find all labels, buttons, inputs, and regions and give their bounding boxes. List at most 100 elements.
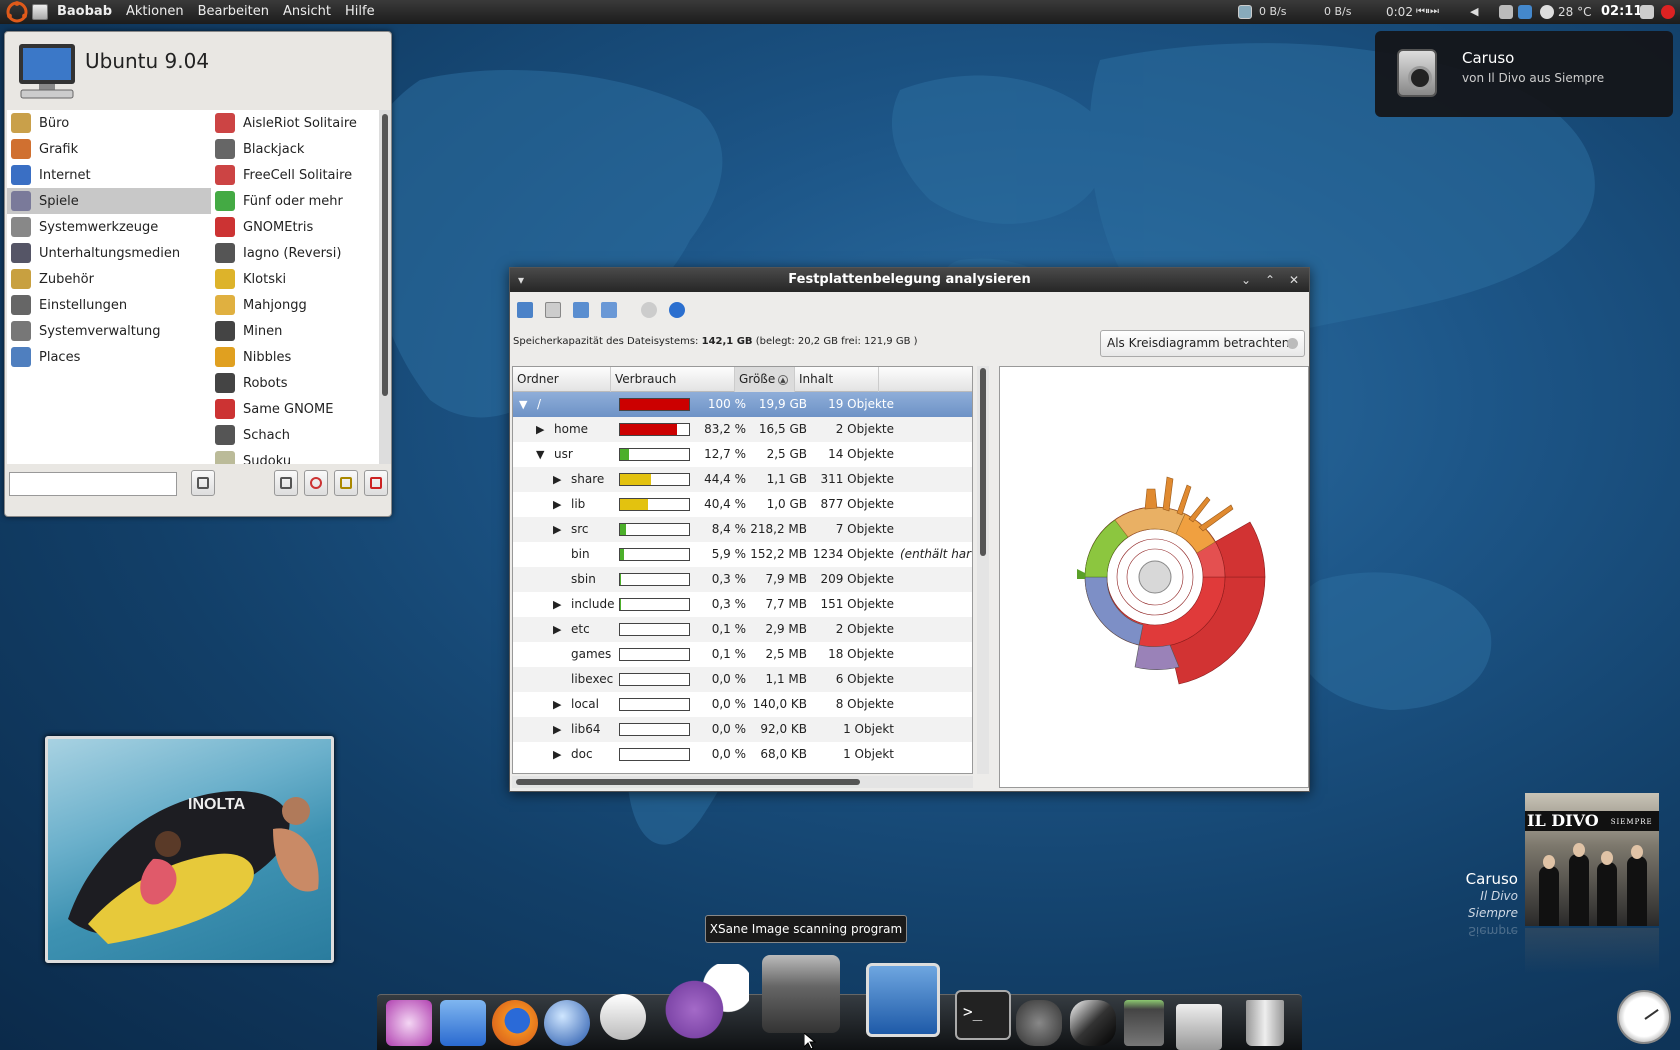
category-7[interactable]: Einstellungen: [7, 292, 211, 318]
ring-chart-segment-orange[interactable]: [1114, 507, 1186, 538]
refresh-icon[interactable]: [669, 302, 685, 318]
remote-scan-icon[interactable]: [601, 302, 617, 318]
system-settings-icon[interactable]: [386, 1000, 432, 1046]
app-item-9[interactable]: Nibbles: [211, 344, 379, 370]
clock-text[interactable]: 02:11: [1601, 0, 1642, 24]
album-cover[interactable]: IL DIVO SIEMPRE: [1525, 793, 1659, 926]
ubuntu-logo-icon[interactable]: [6, 1, 28, 23]
disk-usage-icon[interactable]: [1176, 1004, 1222, 1050]
table-row[interactable]: ▶ home 83,2 % 16,5 GB 2 Objekte: [513, 417, 972, 442]
mail-clock-icon[interactable]: [600, 994, 646, 1040]
expander-icon[interactable]: ▶: [553, 617, 561, 642]
volume-icon[interactable]: ◀: [1470, 0, 1478, 24]
desktop-button[interactable]: [274, 470, 298, 496]
expander-icon[interactable]: ▶: [553, 467, 561, 492]
app-list-scrollbar[interactable]: [379, 110, 391, 464]
app-item-1[interactable]: Blackjack: [211, 136, 379, 162]
expander-icon[interactable]: ▶: [553, 492, 561, 517]
firefox-icon[interactable]: [492, 1000, 538, 1046]
menu-aktionen[interactable]: Aktionen: [119, 0, 191, 24]
expander-icon[interactable]: ▶: [553, 517, 561, 542]
table-row[interactable]: ▶ share 44,4 % 1,1 GB 311 Objekte: [513, 467, 972, 492]
app-item-2[interactable]: FreeCell Solitaire: [211, 162, 379, 188]
column-inhalt[interactable]: Inhalt: [795, 367, 879, 392]
expander-icon[interactable]: ▶: [553, 717, 561, 742]
table-row[interactable]: ▶ lib 40,4 % 1,0 GB 877 Objekte: [513, 492, 972, 517]
table-row[interactable]: ▼ usr 12,7 % 2,5 GB 14 Objekte: [513, 442, 972, 467]
app-item-13[interactable]: Sudoku: [211, 448, 379, 464]
inkscape-icon[interactable]: [1070, 1000, 1116, 1046]
menu-search-input[interactable]: [9, 472, 177, 496]
menu-ansicht[interactable]: Ansicht: [276, 0, 338, 24]
category-9[interactable]: Places: [7, 344, 211, 370]
column-verbrauch[interactable]: Verbrauch: [611, 367, 735, 392]
expander-icon[interactable]: ▶: [536, 417, 544, 442]
table-row[interactable]: bin 5,9 % 152,2 MB 1234 Objekte (enthält har…: [513, 542, 972, 567]
expander-icon[interactable]: ▼: [519, 392, 527, 417]
table-row[interactable]: games 0,1 % 2,5 MB 18 Objekte: [513, 642, 972, 667]
app-item-8[interactable]: Minen: [211, 318, 379, 344]
analog-clock-icon[interactable]: [1617, 990, 1671, 1044]
table-row[interactable]: ▶ local 0,0 % 140,0 KB 8 Objekte: [513, 692, 972, 717]
ring-chart-panel[interactable]: [999, 366, 1309, 788]
terminal-icon[interactable]: >_: [955, 990, 1011, 1040]
table-row[interactable]: sbin 0,3 % 7,9 MB 209 Objekte: [513, 567, 972, 592]
app-item-5[interactable]: Iagno (Reversi): [211, 240, 379, 266]
calculator-icon[interactable]: [1124, 1000, 1164, 1046]
file-manager-icon[interactable]: [440, 1000, 486, 1046]
window-minimize-icon[interactable]: ⌄: [1241, 268, 1251, 292]
ring-chart-center[interactable]: [1138, 560, 1172, 594]
view-mode-select[interactable]: Als Kreisdiagramm betrachten: [1100, 330, 1305, 357]
category-3[interactable]: Spiele: [7, 188, 211, 214]
app-item-3[interactable]: Fünf oder mehr: [211, 188, 379, 214]
notes-button[interactable]: [334, 470, 358, 496]
tree-horizontal-scrollbar[interactable]: [512, 776, 973, 788]
table-row[interactable]: ▶ lib64 0,0 % 92,0 KB 1 Objekt: [513, 717, 972, 742]
home-scan-icon[interactable]: [517, 302, 533, 318]
window-maximize-icon[interactable]: ⌃: [1265, 268, 1275, 292]
logout-button[interactable]: [364, 470, 388, 496]
tree-vertical-scrollbar[interactable]: [977, 366, 989, 774]
app-item-6[interactable]: Klotski: [211, 266, 379, 292]
app-item-4[interactable]: GNOMEtris: [211, 214, 379, 240]
table-row[interactable]: ▼ / 100 % 19,9 GB 19 Objekte: [513, 392, 972, 417]
folder-scan-icon[interactable]: [573, 302, 589, 318]
app-item-10[interactable]: Robots: [211, 370, 379, 396]
app-item-0[interactable]: AisleRiot Solitaire: [211, 110, 379, 136]
app-menu[interactable]: Baobab: [50, 0, 119, 24]
trash-icon[interactable]: [1246, 1000, 1284, 1046]
expander-icon[interactable]: ▶: [553, 592, 561, 617]
table-row[interactable]: ▶ src 8,4 % 218,2 MB 7 Objekte: [513, 517, 972, 542]
category-8[interactable]: Systemverwaltung: [7, 318, 211, 344]
app-item-11[interactable]: Same GNOME: [211, 396, 379, 422]
category-4[interactable]: Systemwerkzeuge: [7, 214, 211, 240]
system-monitor-icon[interactable]: [866, 963, 940, 1037]
table-row[interactable]: libexec 0,0 % 1,1 MB 6 Objekte: [513, 667, 972, 692]
scanner-icon[interactable]: [762, 955, 840, 1033]
window-close-icon[interactable]: ✕: [1289, 268, 1299, 292]
app-item-7[interactable]: Mahjongg: [211, 292, 379, 318]
google-earth-icon[interactable]: [544, 1000, 590, 1046]
network-monitor-icon[interactable]: [1238, 5, 1252, 19]
category-6[interactable]: Zubehör: [7, 266, 211, 292]
stop-icon[interactable]: [641, 302, 657, 318]
menu-hilfe[interactable]: Hilfe: [338, 0, 382, 24]
gimp-icon[interactable]: [1016, 1000, 1062, 1046]
expander-icon[interactable]: ▶: [553, 742, 561, 767]
help-button[interactable]: [304, 470, 328, 496]
pidgin-icon[interactable]: [665, 964, 749, 1040]
category-1[interactable]: Grafik: [7, 136, 211, 162]
table-row[interactable]: ▶ include 0,3 % 7,7 MB 151 Objekte: [513, 592, 972, 617]
column-ordner[interactable]: Ordner: [513, 367, 611, 392]
category-5[interactable]: Unterhaltungsmedien: [7, 240, 211, 266]
expander-icon[interactable]: ▼: [536, 442, 544, 467]
expander-icon[interactable]: ▶: [553, 692, 561, 717]
search-button[interactable]: [191, 470, 215, 496]
photo-frame-widget[interactable]: INOLTA: [45, 736, 334, 963]
hardware-sensors-icon[interactable]: [1499, 5, 1513, 19]
workspace-icon[interactable]: [1518, 5, 1532, 19]
category-2[interactable]: Internet: [7, 162, 211, 188]
category-0[interactable]: Büro: [7, 110, 211, 136]
table-row[interactable]: ▶ doc 0,0 % 68,0 KB 1 Objekt: [513, 742, 972, 767]
app-item-12[interactable]: Schach: [211, 422, 379, 448]
